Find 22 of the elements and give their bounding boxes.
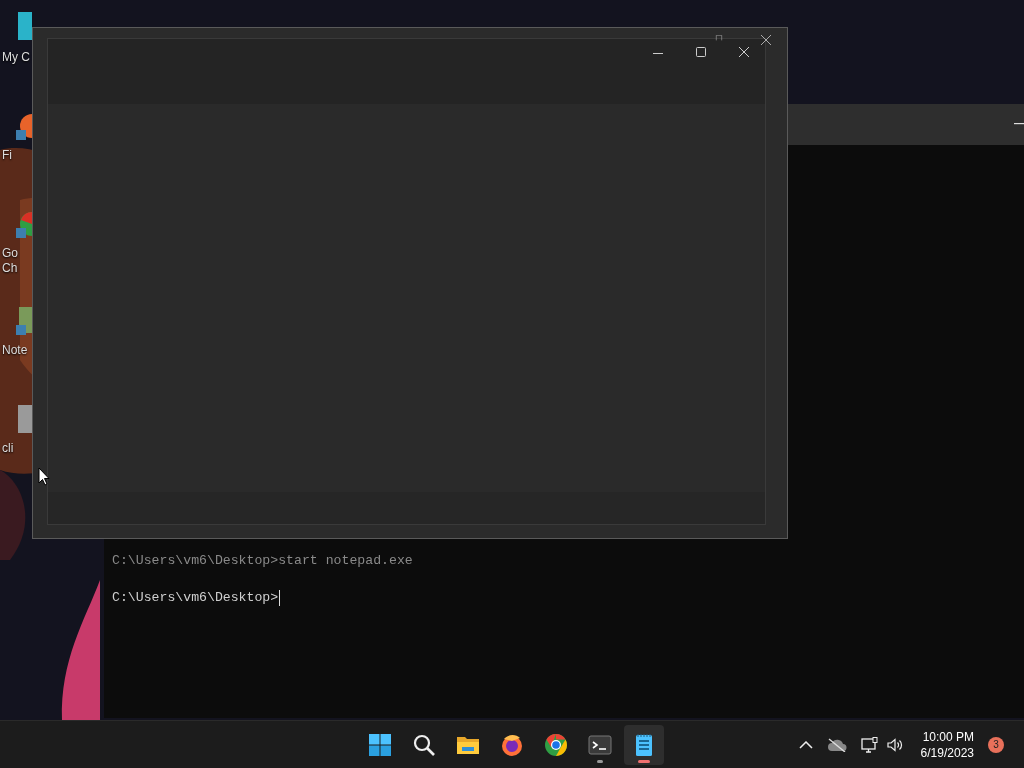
volume-icon[interactable]	[886, 737, 903, 752]
cloud-icon[interactable]	[826, 737, 847, 752]
console-line: C:\Users\vm6\Desktop>	[112, 589, 281, 607]
terminal-icon	[588, 732, 612, 757]
search-icon	[412, 732, 436, 757]
close-icon[interactable]	[739, 47, 749, 57]
icon-label: Fi	[2, 148, 12, 163]
clock-button[interactable]: 10:00 PM 6/19/2023	[920, 728, 974, 761]
file-icon[interactable]	[16, 403, 32, 435]
mouse-pointer-icon	[38, 467, 50, 486]
windows-logo-icon	[368, 732, 392, 757]
icon-label: My C	[2, 50, 30, 65]
notepad-taskbar-button[interactable]	[624, 724, 664, 765]
minimize-icon[interactable]	[1014, 123, 1024, 125]
icon-label: cli	[2, 441, 14, 456]
close-icon[interactable]	[761, 35, 771, 45]
notification-badge[interactable]: 3	[988, 736, 1004, 753]
icon-label: Note	[2, 343, 28, 358]
icon-label: Go Ch	[2, 246, 18, 276]
text-cursor	[279, 590, 281, 606]
chevron-up-icon[interactable]	[798, 740, 813, 749]
console-line: C:\Users\vm6\Desktop>start notepad.exe	[112, 552, 413, 570]
